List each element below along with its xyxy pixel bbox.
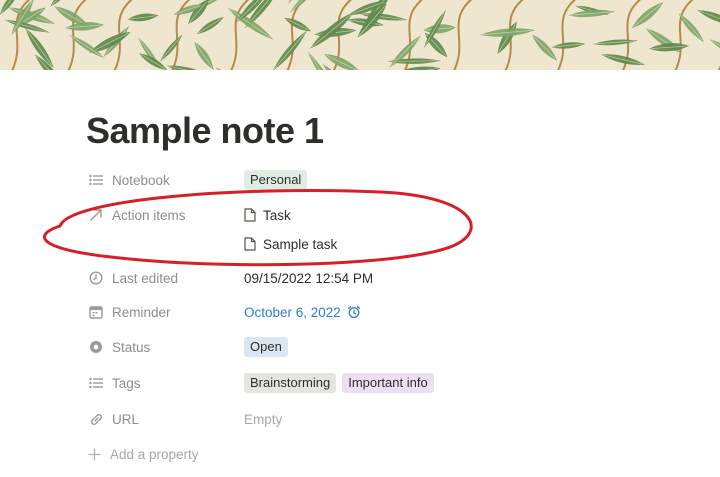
- arrow-up-right-icon: [88, 207, 104, 223]
- property-label: Notebook: [112, 172, 170, 188]
- clock-icon: [88, 270, 104, 286]
- link-icon: [88, 411, 104, 427]
- cover-leaf-vein: [198, 18, 222, 34]
- property-label: Action items: [112, 207, 186, 223]
- property-value-notebook[interactable]: Personal: [244, 167, 313, 193]
- property-status: Status Open: [88, 334, 648, 360]
- select-tag: Personal: [244, 170, 308, 190]
- property-url: URL Empty: [88, 406, 648, 432]
- cover-leaf-vein: [285, 18, 309, 31]
- property-last-edited: Last edited 09/15/2022 12:54 PM: [88, 265, 648, 291]
- cover-leaf-vein: [633, 3, 662, 28]
- property-notebook: Notebook Personal: [88, 167, 648, 193]
- list-icon: [88, 375, 104, 391]
- status-tag: Open: [244, 337, 288, 357]
- property-name-action-items[interactable]: Action items: [88, 202, 186, 228]
- property-value-tags[interactable]: Brainstorming Important info: [244, 370, 440, 396]
- page-title[interactable]: Sample note 1: [86, 110, 324, 152]
- cover-leaf: [709, 39, 720, 64]
- property-name-reminder[interactable]: Reminder: [88, 299, 171, 325]
- cover-leaf: [139, 53, 168, 70]
- cover-leaf: [324, 54, 360, 70]
- property-name-status[interactable]: Status: [88, 334, 150, 360]
- property-name-last-edited[interactable]: Last edited: [88, 265, 178, 291]
- property-name-url[interactable]: URL: [88, 406, 139, 432]
- property-label: Status: [112, 339, 151, 355]
- leaf-pattern: [0, 0, 720, 70]
- page-icon: [244, 237, 256, 251]
- property-value-reminder[interactable]: October 6, 2022: [244, 299, 361, 325]
- url-empty-placeholder: Empty: [244, 411, 283, 427]
- cover-stem: [453, 0, 473, 70]
- relation-title: Sample task: [263, 236, 338, 252]
- calendar-icon: [88, 304, 104, 320]
- property-name-tags[interactable]: Tags: [88, 370, 141, 396]
- tag-brainstorming: Brainstorming: [244, 373, 337, 393]
- tag-important-info: Important info: [342, 373, 434, 393]
- cover-leaf-vein: [195, 43, 213, 68]
- add-property-label: Add a property: [110, 446, 199, 462]
- property-value-url[interactable]: Empty: [244, 406, 282, 432]
- cover-leaf: [289, 0, 319, 13]
- property-label: URL: [112, 411, 140, 427]
- alarm-clock-icon: [347, 305, 361, 319]
- cover-leaf-vein: [217, 68, 250, 70]
- plus-icon: [88, 447, 101, 461]
- note-page: Sample note 1 Notebook Personal Action i…: [0, 0, 720, 477]
- cover-image[interactable]: [0, 0, 720, 70]
- cover-leaf: [194, 41, 214, 70]
- cover-leaf: [623, 69, 676, 70]
- reminder-date: October 6, 2022: [244, 304, 341, 320]
- cover-stem: [556, 0, 577, 70]
- property-value-last-edited: 09/15/2022 12:54 PM: [244, 265, 373, 291]
- cover-stem: [286, 0, 306, 70]
- property-name-notebook[interactable]: Notebook: [88, 167, 170, 193]
- property-label: Tags: [112, 375, 141, 391]
- property-label: Last edited: [112, 270, 179, 286]
- property-value-action-items: Task Sample task: [244, 202, 337, 258]
- status-icon: [88, 339, 104, 355]
- cover-leaf: [117, 0, 163, 2]
- last-edited-text: 09/15/2022 12:54 PM: [244, 270, 374, 286]
- property-label: Reminder: [112, 304, 171, 320]
- page-icon: [244, 208, 256, 222]
- relation-item[interactable]: Sample task: [244, 231, 337, 257]
- property-value-status[interactable]: Open: [244, 334, 294, 360]
- relation-title: Task: [263, 207, 291, 223]
- property-reminder: Reminder October 6, 2022: [88, 299, 648, 325]
- property-action-items: Action items Task Sample task: [88, 202, 648, 258]
- cover-leaf-vein: [325, 54, 357, 70]
- list-icon: [88, 172, 104, 188]
- cover-leaf-vein: [679, 14, 703, 41]
- relation-item[interactable]: Task: [244, 202, 291, 228]
- property-tags: Tags Brainstorming Important info: [88, 370, 648, 396]
- add-property-button[interactable]: Add a property: [88, 442, 199, 466]
- cover-stem: [717, 65, 720, 70]
